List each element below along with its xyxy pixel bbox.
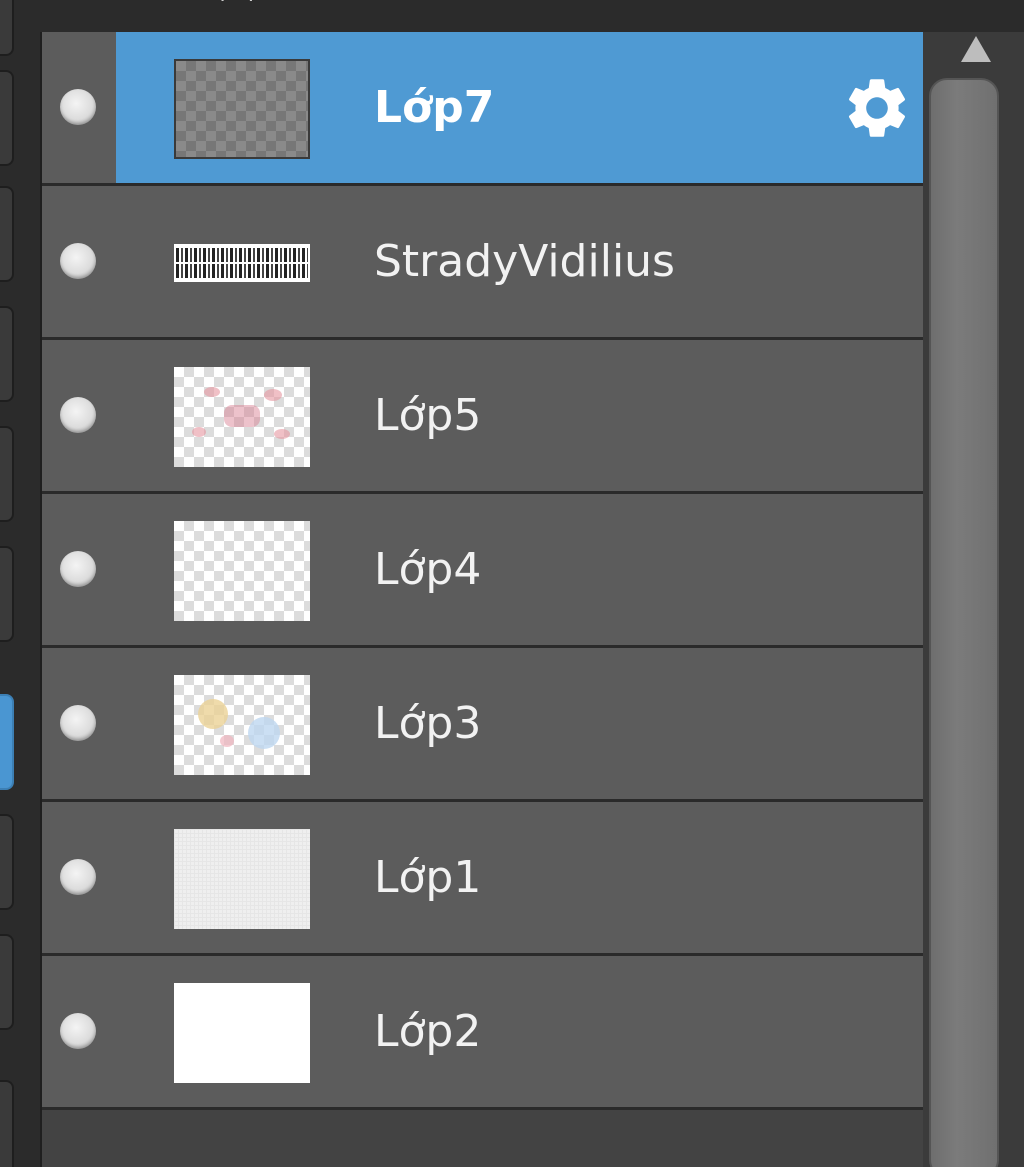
- tool-strip: [0, 0, 18, 1167]
- strip-tab[interactable]: [0, 0, 14, 56]
- layer-list: Lớp7 StradyVidilius Lớp5 Lớp4 Lớp3 Lớp1 …: [40, 32, 923, 1167]
- strip-tab-active[interactable]: [0, 694, 14, 790]
- layer-name[interactable]: Lớp3: [374, 648, 481, 799]
- layer-thumbnail: [174, 367, 310, 467]
- visibility-toggle[interactable]: [60, 859, 96, 895]
- visibility-toggle[interactable]: [60, 89, 96, 125]
- layer-row-lop3[interactable]: Lớp3: [42, 648, 923, 802]
- layer-thumbnail: [174, 244, 310, 282]
- visibility-toggle[interactable]: [60, 397, 96, 433]
- strip-tab[interactable]: [0, 306, 14, 402]
- layer-name[interactable]: Lớp5: [374, 340, 481, 491]
- strip-tab[interactable]: [0, 546, 14, 642]
- layer-thumbnail: [174, 521, 310, 621]
- layer-name[interactable]: Lớp2: [374, 956, 481, 1107]
- strip-tab[interactable]: [0, 934, 14, 1030]
- strip-tab[interactable]: [0, 186, 14, 282]
- layer-name[interactable]: StradyVidilius: [374, 186, 675, 337]
- layer-name[interactable]: Lớp4: [374, 494, 481, 645]
- layer-thumbnail: [174, 829, 310, 929]
- strip-tab[interactable]: [0, 814, 14, 910]
- layer-row-lop1[interactable]: Lớp1: [42, 802, 923, 956]
- layer-row-lop2[interactable]: Lớp2: [42, 956, 923, 1110]
- visibility-toggle[interactable]: [60, 551, 96, 587]
- triangle-up-icon[interactable]: [961, 36, 991, 62]
- visibility-toggle[interactable]: [60, 705, 96, 741]
- gear-icon[interactable]: [841, 72, 913, 144]
- layer-thumbnail: [174, 59, 310, 159]
- layer-name[interactable]: Lớp7: [374, 32, 494, 183]
- layer-thumbnail: [174, 675, 310, 775]
- layer-thumbnail: [174, 983, 310, 1083]
- strip-tab[interactable]: [0, 1080, 14, 1167]
- layer-row-lop4[interactable]: Lớp4: [42, 494, 923, 648]
- cut-off-header-text: ‥·¸·: [200, 0, 320, 4]
- layer-name[interactable]: Lớp1: [374, 802, 481, 953]
- strip-tab[interactable]: [0, 70, 14, 166]
- layer-row-stradyvidilius[interactable]: StradyVidilius: [42, 186, 923, 340]
- scrollbar-thumb[interactable]: [929, 78, 999, 1167]
- visibility-toggle[interactable]: [60, 1013, 96, 1049]
- layer-row-lop5[interactable]: Lớp5: [42, 340, 923, 494]
- vertical-scrollbar[interactable]: [923, 32, 1024, 1167]
- layers-panel: ‥·¸· Lớp7 StradyVidilius: [0, 0, 1024, 1167]
- layer-row-lop7[interactable]: Lớp7: [42, 32, 923, 186]
- visibility-toggle[interactable]: [60, 243, 96, 279]
- strip-tab[interactable]: [0, 426, 14, 522]
